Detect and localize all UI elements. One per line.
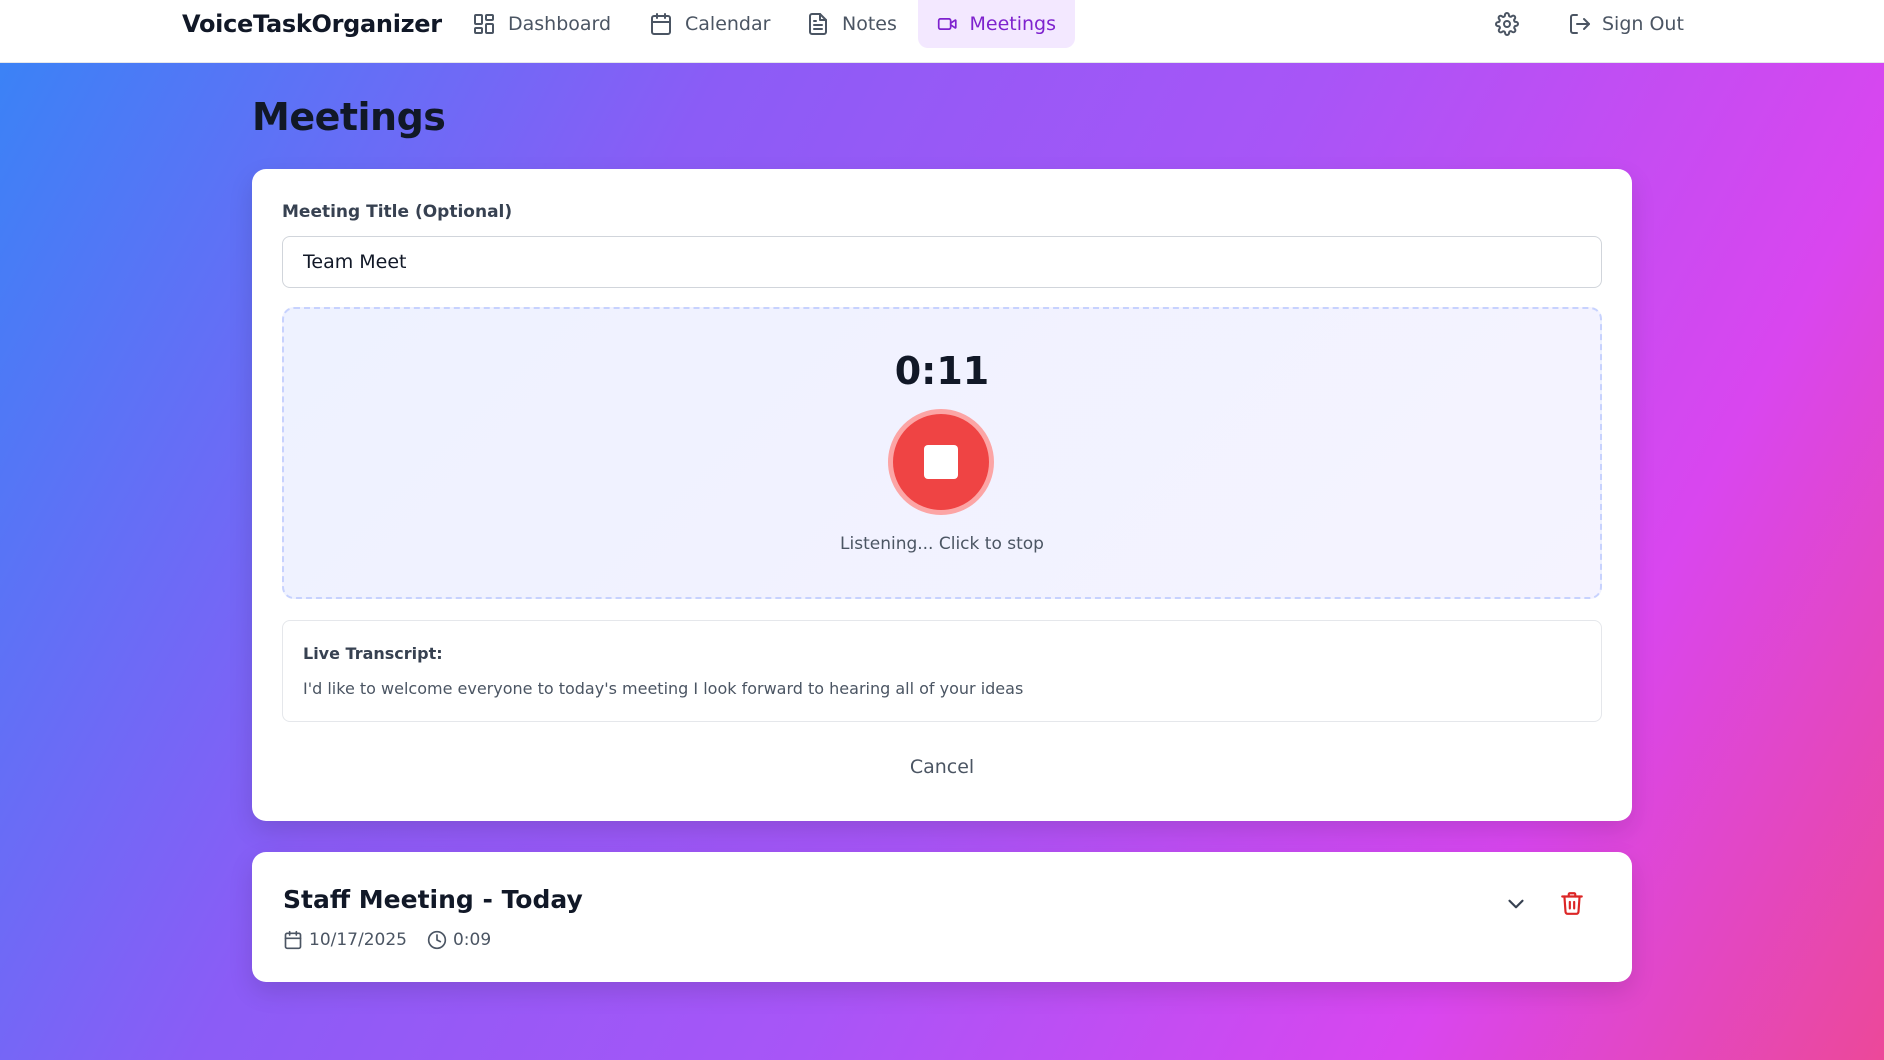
meeting-date-text: 10/17/2025 <box>309 930 407 950</box>
app-brand[interactable]: VoiceTaskOrganizer <box>182 10 442 38</box>
live-transcript-panel: Live Transcript: I'd like to welcome eve… <box>282 620 1602 722</box>
transcript-text: I'd like to welcome everyone to today's … <box>303 679 1024 698</box>
sign-out-label: Sign Out <box>1602 13 1684 35</box>
trash-icon <box>1561 892 1583 915</box>
nav-item-meetings[interactable]: Meetings <box>918 0 1075 48</box>
nav-item-label: Calendar <box>685 13 771 35</box>
transcript-label: Live Transcript: <box>303 644 443 663</box>
nav-item-dashboard[interactable]: Dashboard <box>453 0 630 48</box>
meeting-list-item[interactable]: Staff Meeting - Today 10/17/2025 0:09 <box>252 852 1632 982</box>
meeting-meta: 10/17/2025 0:09 <box>283 930 491 950</box>
cancel-button[interactable]: Cancel <box>882 749 1002 785</box>
recording-timer: 0:11 <box>894 349 990 393</box>
chevron-down-icon <box>1508 899 1524 909</box>
gear-icon <box>1495 12 1519 36</box>
stop-icon <box>924 445 958 479</box>
meeting-title: Staff Meeting - Today <box>283 885 583 914</box>
meeting-duration: 0:09 <box>427 930 491 950</box>
calendar-icon <box>651 13 671 35</box>
recording-zone: 0:11 Listening... Click to stop <box>282 307 1602 599</box>
meeting-duration-text: 0:09 <box>452 930 492 950</box>
nav-item-notes[interactable]: Notes <box>787 0 916 48</box>
nav-item-label: Notes <box>842 13 897 35</box>
expand-meeting-button[interactable] <box>1502 890 1530 918</box>
settings-button[interactable] <box>1491 10 1523 38</box>
video-icon <box>937 18 957 30</box>
sign-out-button[interactable]: Sign Out <box>1568 10 1684 38</box>
main-content: Meetings Meeting Title (Optional) 0:11 L… <box>0 63 1884 1060</box>
recording-status: Listening... Click to stop <box>840 534 1044 554</box>
log-out-icon <box>1570 14 1590 34</box>
layout-dashboard-icon <box>474 14 494 34</box>
calendar-icon <box>284 930 302 950</box>
meeting-date: 10/17/2025 <box>283 930 407 950</box>
meeting-title-input[interactable] <box>282 236 1602 288</box>
meeting-title-label: Meeting Title (Optional) <box>282 202 513 222</box>
delete-meeting-button[interactable] <box>1557 888 1587 918</box>
nav-item-label: Dashboard <box>508 13 612 35</box>
meeting-recorder-card: Meeting Title (Optional) 0:11 Listening.… <box>252 169 1632 821</box>
file-text-icon <box>809 13 827 35</box>
page-title: Meetings <box>252 95 446 139</box>
top-navigation-bar: VoiceTaskOrganizer Dashboard Calendar No… <box>0 0 1884 63</box>
nav-item-label: Meetings <box>969 13 1056 35</box>
stop-recording-button[interactable] <box>888 409 994 515</box>
clock-icon <box>427 930 447 950</box>
nav-item-calendar[interactable]: Calendar <box>630 0 789 48</box>
